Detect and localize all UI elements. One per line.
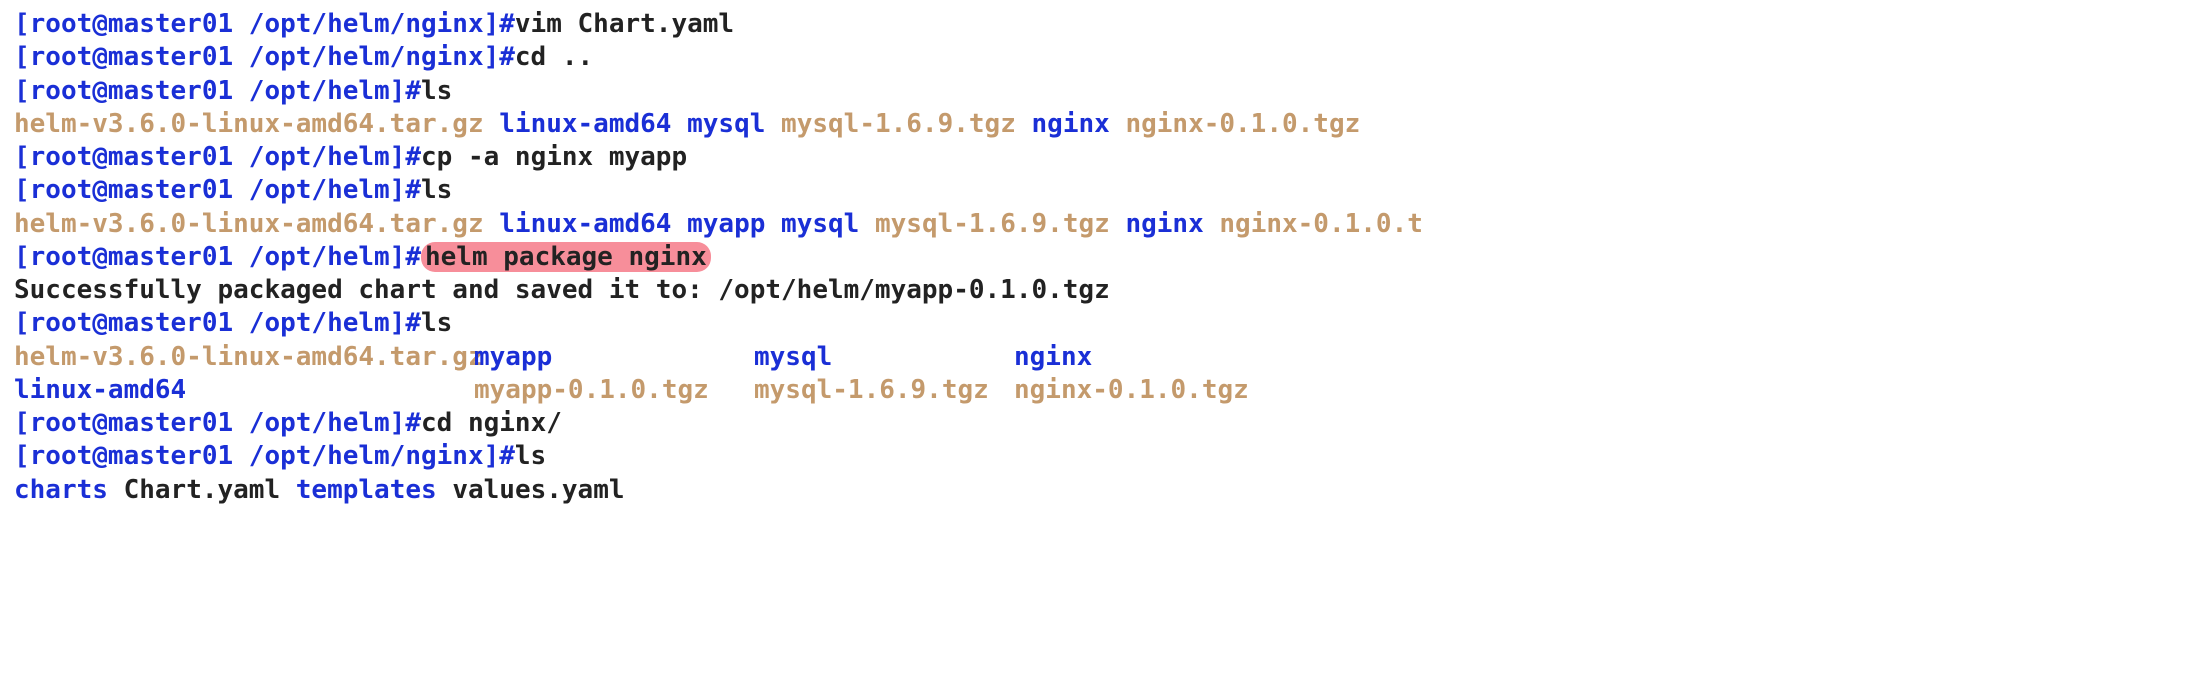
command: ls <box>421 76 452 106</box>
command: cd nginx/ <box>421 408 562 438</box>
dir: mysql <box>754 342 832 372</box>
prompt: [root@master01 /opt/helm]# <box>14 242 421 272</box>
terminal-line[interactable]: [root@master01 /opt/helm]#ls <box>14 75 2176 108</box>
prompt: [root@master01 /opt/helm/nginx]# <box>14 9 515 39</box>
prompt: [root@master01 /opt/helm]# <box>14 142 421 172</box>
dir: nginx <box>1032 109 1110 139</box>
dir: nginx <box>1125 209 1203 239</box>
dir: linux-amd64 <box>499 109 671 139</box>
prompt: [root@master01 /opt/helm/nginx]# <box>14 441 515 471</box>
command: cp -a nginx myapp <box>421 142 687 172</box>
terminal-line[interactable]: [root@master01 /opt/helm/nginx]#cd .. <box>14 41 2176 74</box>
file-archive: myapp-0.1.0.tgz <box>474 375 709 405</box>
terminal-line[interactable]: [root@master01 /opt/helm/nginx]#vim Char… <box>14 8 2176 41</box>
file: values.yaml <box>452 475 624 505</box>
terminal-line[interactable]: [root@master01 /opt/helm]#helm package n… <box>14 241 2176 274</box>
file-archive: mysql-1.6.9.tgz <box>875 209 1110 239</box>
file-archive: mysql-1.6.9.tgz <box>781 109 1016 139</box>
file-archive: nginx-0.1.0.tgz <box>1125 109 1360 139</box>
ls-output: helm-v3.6.0-linux-amd64.tar.gz linux-amd… <box>14 208 2176 241</box>
dir: linux-amd64 <box>14 375 186 405</box>
ls-output: helm-v3.6.0-linux-amd64.tar.gz linux-amd… <box>14 108 2176 141</box>
command-output: Successfully packaged chart and saved it… <box>14 274 2176 307</box>
command: vim Chart.yaml <box>515 9 734 39</box>
terminal-line[interactable]: [root@master01 /opt/helm]#cd nginx/ <box>14 407 2176 440</box>
prompt: [root@master01 /opt/helm]# <box>14 175 421 205</box>
terminal-line[interactable]: [root@master01 /opt/helm/nginx]#ls <box>14 440 2176 473</box>
prompt: [root@master01 /opt/helm]# <box>14 408 421 438</box>
highlighted-command: helm package nginx <box>421 242 711 272</box>
terminal-line[interactable]: [root@master01 /opt/helm]#ls <box>14 307 2176 340</box>
terminal-line[interactable]: [root@master01 /opt/helm]#cp -a nginx my… <box>14 141 2176 174</box>
ls-output: charts Chart.yaml templates values.yaml <box>14 474 2176 507</box>
file-archive: nginx-0.1.0.t <box>1219 209 1423 239</box>
dir: linux-amd64 <box>499 209 671 239</box>
file-archive: nginx-0.1.0.tgz <box>1014 375 1249 405</box>
command: cd .. <box>515 42 593 72</box>
file: Chart.yaml <box>124 475 281 505</box>
prompt: [root@master01 /opt/helm]# <box>14 76 421 106</box>
file-archive: mysql-1.6.9.tgz <box>754 375 989 405</box>
command: ls <box>421 308 452 338</box>
file-archive: helm-v3.6.0-linux-amd64.tar.gz <box>14 342 484 372</box>
ls-output: linux-amd64 myapp-0.1.0.tgz mysql-1.6.9.tg… <box>14 374 2176 407</box>
dir: nginx <box>1014 342 1092 372</box>
file-archive: helm-v3.6.0-linux-amd64.tar.gz <box>14 109 484 139</box>
terminal-line[interactable]: [root@master01 /opt/helm]#ls <box>14 174 2176 207</box>
dir: mysql <box>781 209 859 239</box>
dir: myapp <box>474 342 552 372</box>
dir: charts <box>14 475 108 505</box>
dir: myapp <box>687 209 765 239</box>
prompt: [root@master01 /opt/helm/nginx]# <box>14 42 515 72</box>
prompt: [root@master01 /opt/helm]# <box>14 308 421 338</box>
dir: mysql <box>687 109 765 139</box>
ls-output: helm-v3.6.0-linux-amd64.tar.gzmyapp mysql… <box>14 341 2176 374</box>
command: ls <box>515 441 546 471</box>
dir: templates <box>296 475 437 505</box>
command: ls <box>421 175 452 205</box>
file-archive: helm-v3.6.0-linux-amd64.tar.gz <box>14 209 484 239</box>
